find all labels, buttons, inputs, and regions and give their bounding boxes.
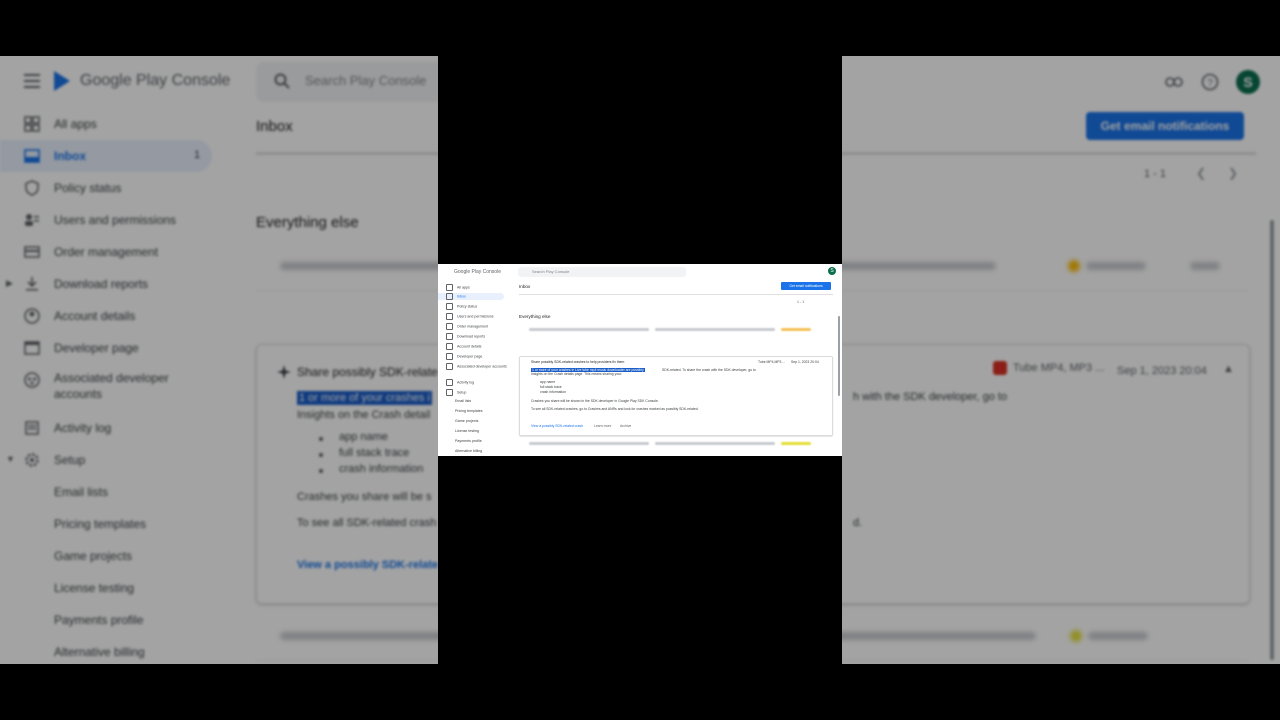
blurred-text <box>529 442 649 445</box>
mini-list-item[interactable] <box>525 438 831 450</box>
mini-section-title: Everything else <box>519 314 551 319</box>
inbox-icon <box>446 293 453 300</box>
mini-card-app: Tube MP4,MP3 ... <box>758 360 786 364</box>
mini-top-bar: Google Play Console Search Play Console … <box>438 264 842 280</box>
mini-nav-label: Download reports <box>457 334 486 339</box>
mini-nav-item[interactable]: Account details <box>446 343 481 350</box>
mini-nav-item[interactable]: Developer page <box>446 353 482 360</box>
mini-card-text: Insights on the Crash details page. This… <box>531 372 623 376</box>
mini-divider <box>519 294 833 295</box>
mini-bullet: full stack trace <box>540 385 562 389</box>
mini-nav-label: Activity log <box>457 380 475 385</box>
mini-bullet: crash information <box>540 390 567 394</box>
mini-get-email-notifications-button[interactable]: Get email notifications <box>781 282 831 290</box>
mini-nav-label: Setup <box>457 390 467 395</box>
account-circle-icon <box>446 343 453 350</box>
mini-card-text: Crashes you share will be shown in the S… <box>531 399 659 403</box>
mini-nav-item[interactable]: Order management <box>446 323 488 330</box>
mini-nav-item[interactable]: Policy status <box>446 303 477 310</box>
mini-nav-label: Policy status <box>457 304 478 309</box>
mini-nav-label: Order management <box>457 324 489 329</box>
mini-search-bar[interactable]: Search Play Console <box>518 267 686 277</box>
blurred-text <box>529 328 649 331</box>
linked-accounts-icon <box>446 363 453 370</box>
shield-check-icon <box>446 303 453 310</box>
history-icon <box>446 379 453 386</box>
mini-scrollbar[interactable] <box>838 316 840 396</box>
mini-nav-label: All apps <box>457 285 470 290</box>
mini-nav-item-inbox[interactable]: Inbox <box>438 293 504 300</box>
blurred-text <box>781 328 811 331</box>
mini-main: Inbox Get email notifications 1 - 1 Ever… <box>519 280 833 456</box>
mini-nav-item[interactable]: Alternative billing <box>455 449 482 453</box>
mini-nav-item[interactable]: Setup <box>446 389 466 396</box>
mini-nav-item[interactable]: Users and permissions <box>446 313 494 320</box>
screen-thumbnail: Google Play Console Search Play Console … <box>438 264 842 456</box>
mini-page-title: Inbox <box>519 284 531 289</box>
grid-icon <box>446 284 453 291</box>
mini-nav-item[interactable]: All apps <box>446 284 470 291</box>
mini-nav-label: Inbox <box>457 294 466 299</box>
mini-list-item[interactable] <box>525 324 831 336</box>
users-icon <box>446 313 453 320</box>
gear-icon <box>446 389 453 396</box>
mini-nav-item[interactable]: Email lists <box>455 399 471 403</box>
mini-nav-label: Developer page <box>457 354 483 359</box>
mini-bullet: app name <box>540 380 556 384</box>
mini-card-text: To see all SDK-related crashes, go to Cr… <box>531 407 699 411</box>
mini-nav-item[interactable]: Game projects <box>455 419 478 423</box>
download-icon <box>446 333 453 340</box>
mini-nav-item[interactable]: Download reports <box>446 333 485 340</box>
mini-search-placeholder: Search Play Console <box>532 269 570 274</box>
mini-view-crash-link[interactable]: View a possibly SDK-related crash <box>531 424 583 428</box>
blurred-text <box>781 442 811 445</box>
mini-card-title: Share possibly SDK-related crashes to he… <box>531 360 625 364</box>
mini-nav-item[interactable]: License testing <box>455 429 479 433</box>
mini-archive-button[interactable]: Archive <box>620 424 631 428</box>
mini-nav-item[interactable]: Associated developer accounts <box>446 363 507 370</box>
mini-nav-label: Users and permissions <box>457 314 494 319</box>
credit-card-icon <box>446 323 453 330</box>
blurred-text <box>655 442 775 445</box>
mini-card-text: SDK-related. To share the crash with the… <box>662 368 756 372</box>
mini-sidebar: All apps Inbox Policy status Users and p… <box>438 280 508 456</box>
mini-avatar[interactable]: S <box>828 267 836 275</box>
mini-nav-item[interactable]: Payments profile <box>455 439 482 443</box>
mini-pager: 1 - 1 <box>797 300 805 304</box>
web-icon <box>446 353 453 360</box>
mini-card-date: Sep 1, 2023 20:04 <box>791 360 819 364</box>
mini-logo: Google Play Console <box>454 269 501 275</box>
mini-nav-item[interactable]: Pricing templates <box>455 409 483 413</box>
mini-learn-more-link[interactable]: Learn more <box>594 424 611 428</box>
mini-nav-label: Associated developer accounts <box>457 364 507 369</box>
mini-nav-label: Account details <box>457 344 482 349</box>
blurred-text <box>655 328 775 331</box>
mini-notification-card[interactable]: Share possibly SDK-related crashes to he… <box>519 356 833 436</box>
mini-nav-item[interactable]: Activity log <box>446 379 474 386</box>
